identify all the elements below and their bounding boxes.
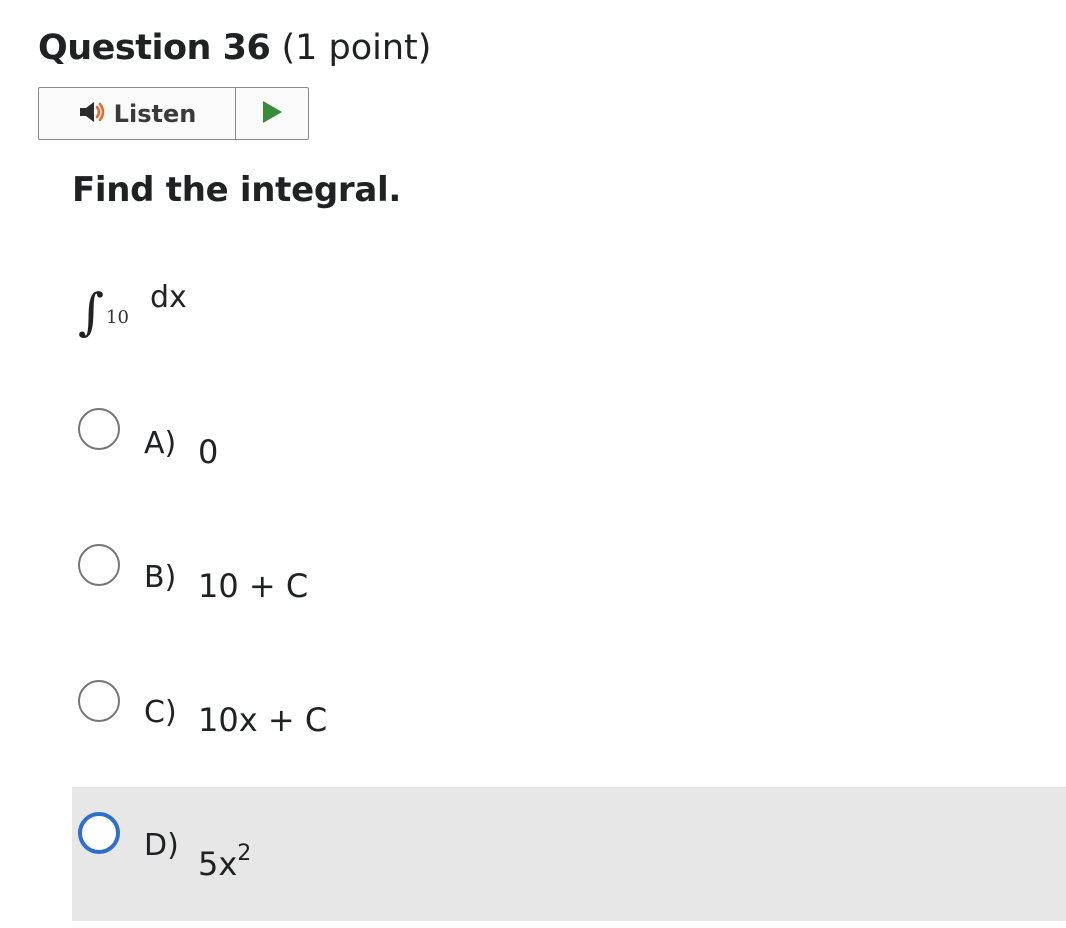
answer-option-d[interactable]: D) 5x2: [72, 787, 1066, 921]
option-letter-b: B): [144, 560, 177, 595]
radio-button-b[interactable]: [78, 544, 120, 586]
radio-button-a[interactable]: [78, 408, 120, 450]
integral-coefficient: 10: [106, 307, 129, 328]
option-letter-c: C): [144, 695, 177, 730]
option-value-c: 10x + C: [198, 701, 328, 739]
radio-button-d[interactable]: [78, 812, 120, 854]
play-button[interactable]: [236, 88, 308, 139]
option-letter-a: A): [144, 426, 177, 461]
listen-label: Listen: [113, 99, 197, 128]
integral-expression: ∫ 10 dx: [78, 280, 218, 350]
question-prompt: Find the integral.: [72, 170, 402, 210]
option-value-d-base: 5x: [198, 845, 238, 883]
speaker-icon: [78, 100, 108, 128]
option-value-d: 5x2: [198, 834, 251, 884]
option-letter-d: D): [144, 828, 179, 863]
option-value-d-exponent: 2: [237, 841, 252, 866]
question-title: Question 36 (1 point): [38, 26, 431, 70]
option-value-b: 10 + C: [198, 567, 309, 605]
answer-option-c[interactable]: C) 10x + C: [72, 655, 1066, 789]
listen-widget: Listen: [38, 87, 309, 140]
answer-option-b[interactable]: B) 10 + C: [72, 520, 1066, 654]
radio-button-c[interactable]: [78, 680, 120, 722]
play-icon: [261, 100, 283, 128]
integral-differential: dx: [150, 280, 187, 315]
listen-button[interactable]: Listen: [39, 88, 236, 139]
question-number: Question 36: [38, 28, 271, 68]
integral-sign: ∫: [78, 283, 105, 341]
question-points: (1 point): [281, 28, 432, 68]
option-value-a: 0: [198, 433, 219, 471]
answer-option-a[interactable]: A) 0: [72, 384, 1066, 518]
